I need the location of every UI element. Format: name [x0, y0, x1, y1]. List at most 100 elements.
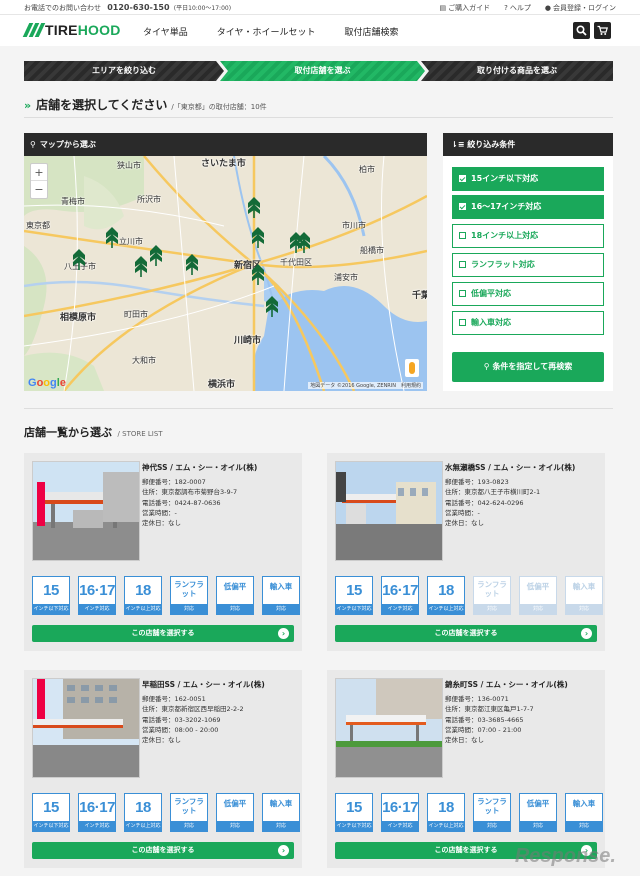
badge-footer: インチ対応	[382, 604, 418, 614]
street-view-pegman-icon[interactable]	[405, 359, 419, 377]
zoom-in-button[interactable]: +	[31, 164, 47, 181]
badge-footer: 対応	[263, 604, 299, 614]
store-pin-icon[interactable]	[184, 253, 200, 275]
store-name[interactable]: 水無瀬橋SS / エム・シー・オイル(株)	[445, 462, 575, 473]
select-store-button[interactable]: この店舗を選択する ›	[32, 842, 294, 859]
store-photo	[335, 461, 443, 561]
account-link[interactable]: ● 会員登録・ログイン	[545, 3, 616, 13]
badge-15inch: 15 インチ以下対応	[335, 793, 373, 832]
store-phone: 電話番号：0424-87-0636	[142, 498, 221, 507]
store-pin-icon[interactable]	[133, 255, 149, 277]
badge-low-profile: 低偏平 対応	[519, 793, 557, 832]
filter-search-label: 条件を指定して再検索	[492, 362, 573, 371]
filter-option-15inch[interactable]: 15インチ以下対応	[452, 167, 604, 191]
store-closed-days: 定休日：なし	[445, 519, 484, 528]
store-pin-icon[interactable]	[250, 226, 266, 248]
logo-text-a: TIRE	[45, 22, 78, 38]
checkbox-icon	[459, 290, 466, 297]
nav-tire-only[interactable]: タイヤ単品	[143, 25, 188, 38]
map-label: 東京都	[26, 221, 50, 230]
badge-footer: インチ以下対応	[336, 604, 372, 614]
select-store-button[interactable]: この店舗を選択する ›	[335, 625, 597, 642]
filter-option-18inch[interactable]: 18インチ以上対応	[452, 224, 604, 248]
filter-option-16-17inch[interactable]: 16〜17インチ対応	[452, 195, 604, 219]
map-label: 町田市	[124, 310, 148, 319]
badge-footer: 対応	[566, 604, 602, 614]
filter-search-button[interactable]: ⚲ 条件を指定して再検索	[452, 352, 604, 382]
badge-footer: インチ以下対応	[336, 821, 372, 831]
badge-label: 低偏平	[526, 582, 550, 591]
badge-label: 16·17	[79, 799, 115, 816]
select-store-label: この店舗を選択する	[131, 629, 195, 637]
step-store: 取付店舗を選ぶ	[220, 61, 425, 81]
store-name[interactable]: 早稲田SS / エム・シー・オイル(株)	[142, 679, 265, 690]
chevron-right-icon: ›	[278, 628, 289, 639]
badge-label: ランフラット	[477, 580, 507, 598]
badge-label: ランフラット	[477, 797, 507, 815]
page-subtitle: /「東京都」の取付店舗：10件	[171, 103, 267, 111]
filter-option-runflat[interactable]: ランフラット対応	[452, 253, 604, 277]
badge-low-profile: 低偏平 対応	[519, 576, 557, 615]
store-pin-icon[interactable]	[246, 196, 262, 218]
store-phone: 電話番号：03-3685-4665	[445, 715, 524, 724]
store-name[interactable]: 錦糸町SS / エム・シー・オイル(株)	[445, 679, 568, 690]
map-attribution[interactable]: 地図データ ©2016 Google, ZENRIN 利用規約	[308, 382, 423, 389]
badge-label: 輸入車	[269, 582, 293, 591]
map-label: 青梅市	[61, 197, 85, 206]
badge-label: 16·17	[382, 799, 418, 816]
guide-link-label: ご購入ガイド	[448, 4, 491, 12]
nav-store-search[interactable]: 取付店舗検索	[344, 25, 398, 38]
badge-18inch: 18 インチ以上対応	[427, 793, 465, 832]
badge-label: 16·17	[79, 582, 115, 599]
book-icon: ▤	[439, 4, 447, 12]
site-logo[interactable]: TIREHOOD	[22, 22, 121, 38]
map-label: 立川市	[119, 237, 143, 246]
store-pin-icon[interactable]	[104, 226, 120, 248]
store-address: 住所：東京都江東区亀戸1-7-7	[445, 705, 534, 714]
store-map[interactable]: + − さいたま市 狭山市 所沢市 青梅市 東京都 立川市 八王子市 千代田区 …	[24, 156, 427, 391]
badge-runflat: ランフラット 対応	[170, 576, 208, 615]
zoom-out-button[interactable]: −	[31, 181, 47, 198]
badge-label: 15	[43, 799, 59, 816]
map-label: 所沢市	[137, 195, 161, 204]
checkbox-icon	[459, 232, 466, 239]
search-button[interactable]	[573, 22, 590, 39]
map-panel-title: マップから選ぶ	[39, 140, 96, 149]
filter-option-label: 15インチ以下対応	[471, 174, 539, 183]
cart-button[interactable]	[594, 22, 611, 39]
store-badges: 15 インチ以下対応 16·17 インチ対応 18 インチ以上対応 ランフラット 対応 低偏平対…	[335, 793, 603, 832]
badge-footer: 対応	[520, 821, 556, 831]
map-panel-header: ⚲ マップから選ぶ	[24, 133, 427, 156]
store-pin-icon[interactable]	[148, 244, 164, 266]
help-link[interactable]: ? ヘルプ	[504, 3, 531, 13]
store-pin-icon[interactable]	[264, 295, 280, 317]
store-pin-icon[interactable]	[250, 263, 266, 285]
map-label: 千代田区	[280, 258, 312, 267]
store-name[interactable]: 神代SS / エム・シー・オイル(株)	[142, 462, 257, 473]
badge-import-car: 輸入車 対応	[565, 793, 603, 832]
store-pin-icon[interactable]	[71, 248, 87, 270]
badge-footer: インチ以上対応	[125, 821, 161, 831]
map-label: 船橋市	[360, 246, 384, 255]
badge-footer: 対応	[171, 604, 207, 614]
utility-links: ▤ ご購入ガイド ? ヘルプ ● 会員登録・ログイン	[440, 3, 616, 13]
nav-tire-wheel-set[interactable]: タイヤ・ホイールセット	[217, 25, 316, 38]
badge-label: 15	[346, 582, 362, 599]
select-store-label: この店舗を選択する	[434, 629, 498, 637]
badge-footer: 対応	[520, 604, 556, 614]
badge-label: 低偏平	[526, 799, 550, 808]
page-title: 店舗を選択してください	[36, 98, 168, 112]
badge-import-car: 輸入車 対応	[262, 576, 300, 615]
step-area[interactable]: エリアを絞り込む	[24, 61, 224, 81]
badge-16-17inch: 16·17 インチ対応	[78, 576, 116, 615]
badge-footer: 対応	[171, 821, 207, 831]
store-pin-icon[interactable]	[296, 231, 312, 253]
map-label: 市川市	[342, 221, 366, 230]
filter-option-low-profile[interactable]: 低偏平対応	[452, 282, 604, 306]
guide-link[interactable]: ▤ ご購入ガイド	[440, 3, 491, 13]
badge-footer: 対応	[566, 821, 602, 831]
filter-option-import-car[interactable]: 輸入車対応	[452, 311, 604, 335]
select-store-button[interactable]: この店舗を選択する ›	[32, 625, 294, 642]
store-card: 早稲田SS / エム・シー・オイル(株) 郵便番号：162-0051 住所：東京…	[24, 670, 302, 868]
phone-number[interactable]: 0120-630-150	[107, 3, 169, 12]
